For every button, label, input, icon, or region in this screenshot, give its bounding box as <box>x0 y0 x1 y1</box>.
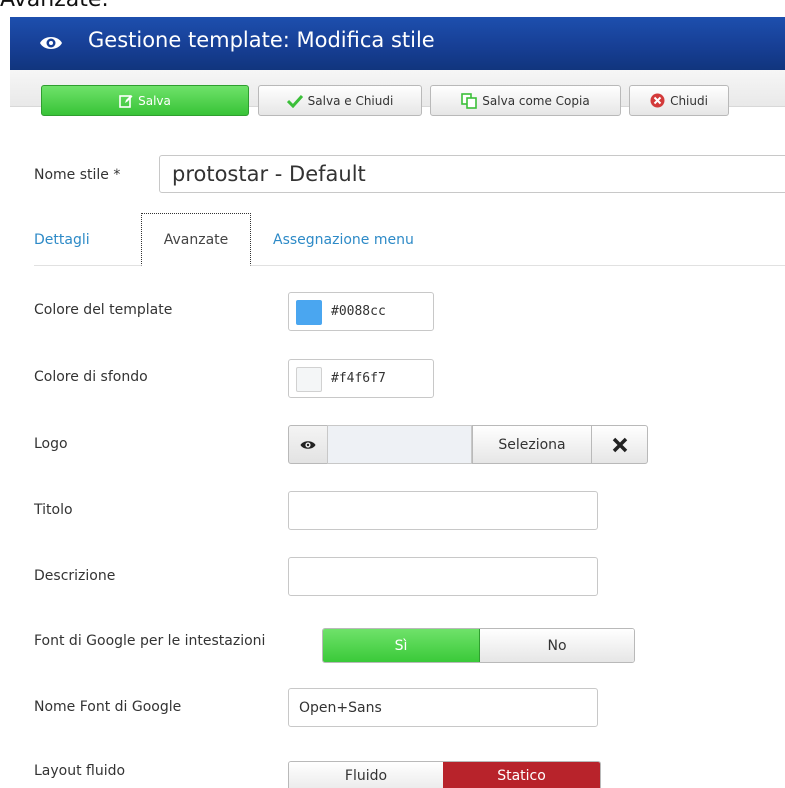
copy-icon <box>461 92 478 109</box>
close-circle-icon <box>650 93 665 108</box>
save-as-copy-button[interactable]: Salva come Copia <box>430 85 621 116</box>
background-color-label: Colore di sfondo <box>34 369 148 385</box>
style-name-input[interactable] <box>159 155 785 193</box>
fluid-layout-fluid-option[interactable]: Fluido <box>289 762 444 788</box>
google-font-label: Font di Google per le intestazioni <box>34 633 266 649</box>
logo-path-field[interactable] <box>327 425 472 464</box>
template-color-swatch[interactable] <box>296 300 322 325</box>
save-as-copy-label: Salva come Copia <box>482 93 590 108</box>
save-and-close-label: Salva e Chiudi <box>307 93 394 108</box>
tab-bar: Dettagli Avanzate Assegnazione menu <box>34 213 785 266</box>
template-color-value: #0088cc <box>331 304 386 319</box>
eye-icon <box>40 37 62 49</box>
tab-menu-assignment[interactable]: Assegnazione menu <box>273 213 473 266</box>
background-color-value: #f4f6f7 <box>331 371 386 386</box>
eye-icon <box>300 440 316 449</box>
title-input[interactable] <box>288 491 598 530</box>
tab-advanced[interactable]: Avanzate <box>141 213 251 266</box>
page-caption: Avanzate: <box>0 0 109 17</box>
template-color-field[interactable]: #0088cc <box>288 292 434 331</box>
logo-select-button[interactable]: Seleziona <box>472 425 592 464</box>
close-button-label: Chiudi <box>670 93 708 108</box>
save-and-close-button[interactable]: Salva e Chiudi <box>258 85 422 116</box>
background-color-field[interactable]: #f4f6f7 <box>288 359 434 398</box>
logo-preview-button[interactable] <box>288 425 328 464</box>
page-title: Gestione template: Modifica stile <box>88 28 435 52</box>
description-input[interactable] <box>288 557 598 596</box>
tab-details[interactable]: Dettagli <box>34 213 134 266</box>
google-font-toggle: Sì No <box>322 628 635 663</box>
save-button[interactable]: Salva <box>41 85 249 116</box>
style-name-label: Nome stile * <box>34 167 121 183</box>
save-button-label: Salva <box>138 93 171 108</box>
close-button[interactable]: Chiudi <box>629 85 729 116</box>
close-icon <box>612 437 627 452</box>
background-color-swatch[interactable] <box>296 367 322 392</box>
description-label: Descrizione <box>34 568 116 584</box>
google-font-no-option[interactable]: No <box>480 629 634 662</box>
fluid-layout-toggle: Fluido Statico <box>288 761 601 788</box>
page-header: Gestione template: Modifica stile <box>10 17 785 70</box>
edit-icon <box>119 94 133 108</box>
google-font-name-label: Nome Font di Google <box>34 699 182 715</box>
title-label: Titolo <box>34 502 73 518</box>
fluid-layout-label: Layout fluido <box>34 763 126 779</box>
google-font-yes-option[interactable]: Sì <box>323 629 480 662</box>
logo-clear-button[interactable] <box>591 425 648 464</box>
template-color-label: Colore del template <box>34 302 173 318</box>
logo-label: Logo <box>34 436 68 452</box>
logo-media-field: Seleziona <box>288 425 648 464</box>
toolbar: Salva Salva e Chiudi Salva come Copia Ch… <box>10 70 785 116</box>
google-font-name-input[interactable] <box>288 688 598 727</box>
fluid-layout-static-option[interactable]: Statico <box>443 762 600 788</box>
check-icon <box>286 94 303 108</box>
